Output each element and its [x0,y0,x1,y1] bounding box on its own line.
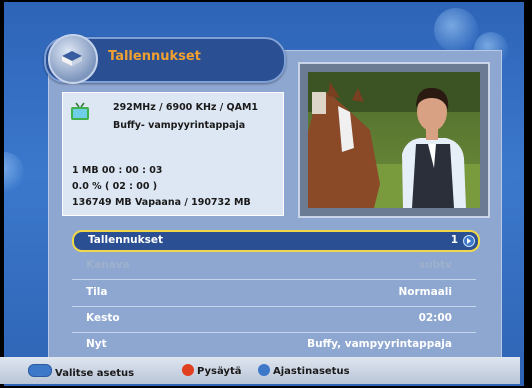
red-button-icon [182,364,194,376]
video-frame-image [308,72,480,208]
tv-icon [71,102,89,120]
recording-size-time: 1 MB 00 : 00 : 03 [72,165,163,176]
menu-row-duration[interactable]: Kesto 02:00 [72,309,476,329]
menu-row-label: Tila [86,286,108,298]
menu-row-value: Normaali [398,286,453,298]
menu-row-label: Tallennukset [88,234,164,246]
menu-row-value: 02:00 [418,312,452,324]
recording-progress: 0.0 % ( 02 : 00 ) [72,181,158,192]
disk-space: 136749 MB Vapaana / 190732 MB [72,197,251,208]
menu-row-label: Kanava [86,259,130,271]
menu-row-value: 1 [450,234,458,246]
menu-row-value: Buffy, vampyyrintappaja [307,338,452,350]
menu-row-now[interactable]: Nyt Buffy, vampyyrintappaja [72,335,476,355]
divider [72,332,476,333]
menu-row-value: subtv [418,259,452,271]
timer-label: Ajastinasetus [273,366,350,377]
recordings-icon [48,34,98,84]
divider [72,306,476,307]
divider [72,279,476,280]
arrow-keys-icon [28,364,52,377]
footer-bar: Valitse asetus Pysäytä Ajastinasetus [0,357,520,384]
stop-label: Pysäytä [197,366,242,377]
menu-row-recordings[interactable]: Tallennukset 1 [72,230,480,252]
selector-arrow-icon[interactable] [463,235,475,247]
decor-bubble [4,152,24,192]
menu-row-channel: Kanava subtv [72,256,476,276]
menu-row-label: Kesto [86,312,120,324]
decor-bubble [434,8,478,52]
timer-hint[interactable]: Ajastinasetus [258,364,350,377]
menu-row-status[interactable]: Tila Normaali [72,283,476,303]
frequency-info: 292MHz / 6900 KHz / QAM1 [113,102,259,113]
program-name: Buffy- vampyyrintappaja [113,120,246,131]
menu-row-label: Nyt [86,338,107,350]
stop-hint[interactable]: Pysäytä [182,364,241,377]
page-title: Tallennukset [108,49,201,64]
blue-button-icon [258,364,270,376]
video-preview [298,62,490,218]
select-label: Valitse asetus [55,368,135,379]
select-hint[interactable]: Valitse asetus [28,364,134,379]
